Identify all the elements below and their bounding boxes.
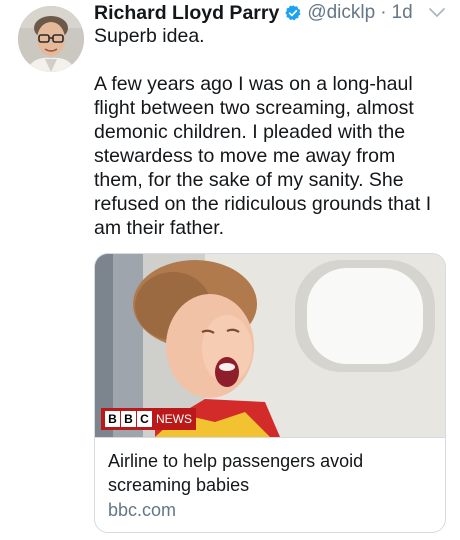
tweet-timestamp[interactable]: 1d [392, 2, 413, 24]
author-handle[interactable]: @dicklp [307, 2, 375, 24]
chevron-down-icon[interactable] [428, 6, 446, 18]
card-domain[interactable]: bbc.com [108, 500, 176, 521]
author-name[interactable]: Richard Lloyd Parry [94, 2, 279, 25]
bbc-logo-letter: B [105, 411, 120, 427]
tweet-paragraph: Superb idea. [94, 25, 205, 47]
bbc-news-logo: B B C NEWS [101, 408, 196, 430]
meta-separator: · [380, 2, 387, 23]
avatar-photo [18, 6, 84, 72]
card-divider [95, 437, 445, 438]
avatar[interactable] [18, 6, 84, 72]
link-card[interactable]: B B C NEWS Airline to help passengers av… [94, 253, 446, 533]
card-title[interactable]: Airline to help passengers avoid screami… [108, 449, 428, 497]
bbc-logo-letter: B [121, 411, 136, 427]
verified-badge-icon [284, 4, 302, 22]
tweet-header: Richard Lloyd Parry @dicklp · 1d [94, 0, 413, 26]
tweet-text: Superb idea. A few years ago I was on a … [94, 24, 444, 240]
bbc-logo-letter: C [137, 411, 152, 427]
tweet-paragraph: A few years ago I was on a long-haul fli… [94, 73, 432, 239]
bbc-logo-word: NEWS [156, 412, 192, 426]
